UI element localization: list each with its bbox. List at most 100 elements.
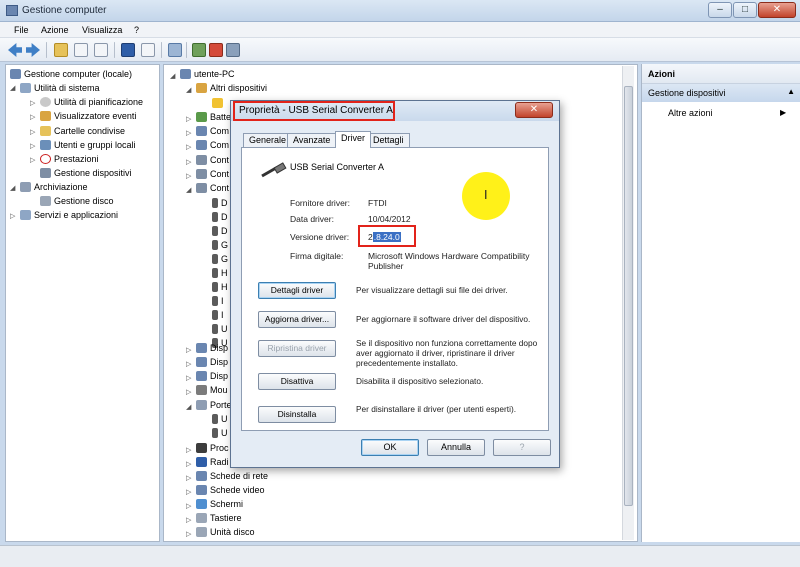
- ok-button[interactable]: OK: [361, 439, 419, 456]
- device-usb-warning[interactable]: [212, 98, 226, 108]
- device-cat-mouse[interactable]: Mou: [196, 385, 228, 395]
- collapse-arrow-icon[interactable]: ▲: [787, 87, 795, 96]
- tree-item-gestione-dispositivi[interactable]: Gestione dispositivi: [40, 168, 132, 178]
- tree-item-prestazioni[interactable]: Prestazioni: [40, 154, 99, 164]
- device-sub-g1[interactable]: G: [212, 240, 228, 250]
- device-root[interactable]: utente-PC: [180, 69, 235, 79]
- tree-item-archiviazione[interactable]: Archiviazione: [20, 182, 88, 192]
- device-sub-u1[interactable]: U: [212, 324, 228, 334]
- expand-arrow-icon[interactable]: ▷: [30, 113, 35, 121]
- collapse-arrow-icon[interactable]: ◢: [186, 86, 191, 94]
- device-sub-g2[interactable]: G: [212, 254, 228, 264]
- expand-arrow-icon[interactable]: ▷: [10, 212, 15, 220]
- scan-hardware-icon[interactable]: [168, 43, 182, 57]
- device-cat-radio[interactable]: Radi: [196, 457, 229, 467]
- minimize-button[interactable]: –: [708, 2, 732, 18]
- device-porte-u1[interactable]: U: [212, 414, 228, 424]
- dettagli-driver-button[interactable]: Dettagli driver: [258, 282, 336, 299]
- expand-arrow-icon[interactable]: ▷: [30, 128, 35, 136]
- expand-arrow-icon[interactable]: ▷: [186, 158, 191, 166]
- expand-arrow-icon[interactable]: ▷: [186, 143, 191, 151]
- close-button[interactable]: ✕: [758, 2, 796, 18]
- disable-device-icon[interactable]: [226, 43, 240, 57]
- update-driver-icon[interactable]: [192, 43, 206, 57]
- device-cat-batterie[interactable]: Batte: [196, 112, 231, 122]
- dialog-help-button[interactable]: ?: [493, 439, 551, 456]
- expand-arrow-icon[interactable]: ▷: [186, 129, 191, 137]
- tree-item-utenti[interactable]: Utenti e gruppi locali: [40, 140, 136, 150]
- submenu-arrow-icon[interactable]: ▶: [780, 108, 786, 117]
- device-cat-disp3[interactable]: Disp: [196, 371, 228, 381]
- device-cat-proc[interactable]: Proc: [196, 443, 229, 453]
- device-sub-i1[interactable]: I: [212, 296, 224, 306]
- scrollbar-thumb[interactable]: [624, 86, 633, 506]
- device-cat-rete[interactable]: Schede di rete: [196, 471, 268, 481]
- expand-arrow-icon[interactable]: ▷: [186, 388, 191, 396]
- help-icon[interactable]: [121, 43, 135, 57]
- tree-item-gestione-disco[interactable]: Gestione disco: [40, 196, 114, 206]
- collapse-arrow-icon[interactable]: ◢: [186, 403, 191, 411]
- device-porte-u2[interactable]: U: [212, 428, 228, 438]
- disinstalla-button[interactable]: Disinstalla: [258, 406, 336, 423]
- expand-arrow-icon[interactable]: ▷: [186, 374, 191, 382]
- tab-driver[interactable]: Driver: [335, 131, 371, 148]
- expand-arrow-icon[interactable]: ▷: [186, 516, 191, 524]
- device-cat-com2[interactable]: Com: [196, 140, 229, 150]
- device-cat-tastiere[interactable]: Tastiere: [196, 513, 242, 523]
- forward-icon[interactable]: [26, 43, 40, 57]
- expand-arrow-icon[interactable]: ▷: [186, 530, 191, 538]
- up-folder-icon[interactable]: [54, 43, 68, 57]
- expand-arrow-icon[interactable]: ▷: [186, 446, 191, 454]
- expand-arrow-icon[interactable]: ▷: [186, 172, 191, 180]
- collapse-arrow-icon[interactable]: ◢: [186, 186, 191, 194]
- collapse-arrow-icon[interactable]: ◢: [10, 84, 15, 92]
- expand-arrow-icon[interactable]: ▷: [186, 115, 191, 123]
- device-cat-disp2[interactable]: Disp: [196, 357, 228, 367]
- collapse-arrow-icon[interactable]: ◢: [10, 184, 15, 192]
- console-icon[interactable]: [141, 43, 155, 57]
- tree-item-utilita[interactable]: Utilità di sistema: [20, 83, 100, 93]
- maximize-button[interactable]: □: [733, 2, 757, 18]
- actions-section-device-manager[interactable]: Gestione dispositivi ▲: [642, 84, 800, 102]
- dialog-close-button[interactable]: ✕: [515, 102, 553, 118]
- ripristina-driver-button[interactable]: Ripristina driver: [258, 340, 336, 357]
- tree-item-cartelle[interactable]: Cartelle condivise: [40, 126, 125, 136]
- disattiva-button[interactable]: Disattiva: [258, 373, 336, 390]
- altre-azioni-link[interactable]: Altre azioni: [668, 108, 713, 118]
- aggiorna-driver-button[interactable]: Aggiorna driver...: [258, 311, 336, 328]
- device-cat-unita-disco[interactable]: Unità disco: [196, 527, 255, 537]
- device-cat-cont3[interactable]: Cont: [196, 183, 229, 193]
- properties-list-icon[interactable]: [94, 43, 108, 57]
- tab-avanzate[interactable]: Avanzate: [287, 133, 337, 147]
- device-cat-schermi[interactable]: Schermi: [196, 499, 243, 509]
- device-sub-d3[interactable]: D: [212, 226, 228, 236]
- collapse-arrow-icon[interactable]: ◢: [170, 72, 175, 80]
- annulla-button[interactable]: Annulla: [427, 439, 485, 456]
- menu-visualizza[interactable]: Visualizza: [82, 25, 122, 35]
- device-sub-d1[interactable]: D: [212, 198, 228, 208]
- menu-help[interactable]: ?: [134, 25, 139, 35]
- device-cat-porte[interactable]: Porte: [196, 400, 232, 410]
- tab-generale[interactable]: Generale: [243, 133, 293, 147]
- device-sub-i2[interactable]: I: [212, 310, 224, 320]
- uninstall-icon[interactable]: [209, 43, 223, 57]
- device-sub-h1[interactable]: H: [212, 268, 228, 278]
- device-sub-d2[interactable]: D: [212, 212, 228, 222]
- expand-arrow-icon[interactable]: ▷: [186, 360, 191, 368]
- expand-arrow-icon[interactable]: ▷: [30, 142, 35, 150]
- expand-arrow-icon[interactable]: ▷: [186, 460, 191, 468]
- back-icon[interactable]: [8, 43, 22, 57]
- tree-item-root[interactable]: Gestione computer (locale): [10, 69, 132, 79]
- expand-arrow-icon[interactable]: ▷: [186, 474, 191, 482]
- device-cat-cont1[interactable]: Cont: [196, 155, 229, 165]
- device-cat-com1[interactable]: Com: [196, 126, 229, 136]
- tree-item-pianificazione[interactable]: Utilità di pianificazione: [40, 97, 143, 107]
- tree-item-servizi[interactable]: Servizi e applicazioni: [20, 210, 118, 220]
- device-cat-disp1[interactable]: Disp: [196, 343, 228, 353]
- expand-arrow-icon[interactable]: ▷: [186, 346, 191, 354]
- expand-arrow-icon[interactable]: ▷: [186, 502, 191, 510]
- menu-azione[interactable]: Azione: [41, 25, 69, 35]
- device-cat-cont2[interactable]: Cont: [196, 169, 229, 179]
- show-tree-icon[interactable]: [74, 43, 88, 57]
- vertical-scrollbar[interactable]: [622, 66, 634, 540]
